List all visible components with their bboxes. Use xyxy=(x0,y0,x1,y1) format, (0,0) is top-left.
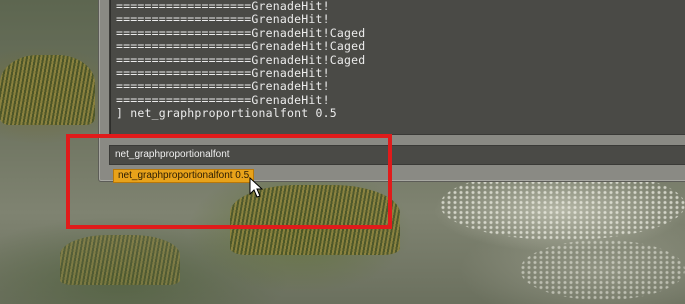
flower-patch xyxy=(520,240,685,300)
grass-clump xyxy=(0,55,95,125)
grass-clump xyxy=(60,235,180,285)
console-log-line: ===================GrenadeHit! xyxy=(116,12,330,27)
console-output[interactable]: ===================GrenadeHit! =========… xyxy=(109,0,685,135)
annotation-highlight-box xyxy=(66,134,392,229)
console-log-line: ===================GrenadeHit! xyxy=(116,66,330,81)
console-log-line: ] net_graphproportionalfont 0.5 xyxy=(116,106,337,121)
console-log-line: ===================GrenadeHit!Caged xyxy=(116,52,366,67)
console-log-line: ===================GrenadeHit! xyxy=(116,79,330,94)
console-log-line: ===================GrenadeHit!Caged xyxy=(116,25,366,40)
console-log-line: ===================GrenadeHit!Caged xyxy=(116,39,366,54)
console-log-line: ===================GrenadeHit! xyxy=(116,0,330,13)
console-log-line: ===================GrenadeHit! xyxy=(116,92,330,107)
mouse-cursor-icon xyxy=(249,177,263,198)
